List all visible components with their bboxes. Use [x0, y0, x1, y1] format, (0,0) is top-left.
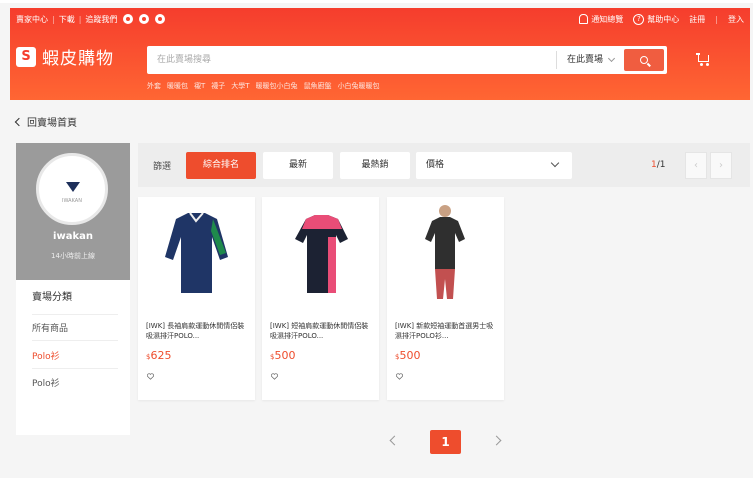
category-panel: 賣場分類 所有商品 Polo衫 Polo衫 [16, 280, 130, 435]
shop-name: iwakan [53, 231, 93, 242]
divider: | [715, 14, 718, 24]
hot-keyword-link[interactable]: 鼠魚廚盤 [304, 81, 332, 91]
hot-keyword-link[interactable]: 外套 [147, 81, 161, 91]
shop-avatar: IWAKAN [36, 153, 108, 225]
category-item-all[interactable]: 所有商品 [32, 321, 118, 334]
divider [32, 368, 118, 369]
sort-latest-button[interactable]: 最新 [263, 152, 333, 179]
search-input[interactable] [147, 46, 556, 74]
instagram-icon[interactable] [139, 14, 150, 24]
divider [32, 314, 118, 315]
divider [32, 340, 118, 341]
back-label: 回賣場首頁 [27, 118, 77, 129]
help-icon: ? [633, 13, 645, 25]
bell-icon [579, 14, 589, 24]
hot-keyword-link[interactable]: 暖暖包小白兔 [256, 81, 298, 91]
brand-logo-icon [66, 182, 80, 192]
like-heart-icon[interactable] [271, 373, 278, 380]
notifications-link[interactable]: 通知總覽 [579, 14, 623, 25]
shop-card[interactable]: IWAKAN iwakan 14小時前上線 [16, 143, 130, 280]
facebook-icon[interactable] [123, 14, 134, 24]
login-link[interactable]: 登入 [728, 14, 744, 25]
like-heart-icon[interactable] [147, 373, 154, 380]
hot-keyword-link[interactable]: 大學T [231, 81, 249, 91]
product-name: [IWK] 短袖肩款運動休閒情侶裝吸濕排汗POLO... [270, 322, 369, 340]
product-image [387, 197, 504, 314]
hot-keyword-link[interactable]: 襪子 [211, 81, 225, 91]
notifications-label: 通知總覽 [591, 14, 624, 24]
seller-centre-link[interactable]: 賣家中心 [16, 14, 48, 25]
search-icon [640, 56, 648, 64]
top-bar: 賣家中心 | 下載 | 追蹤我們 通知總覽 ? 幫助中心 註冊 | 登入 [10, 8, 750, 30]
signup-link[interactable]: 註冊 [689, 14, 705, 25]
product-name: [IWK] 新款短袖運動首選男士吸濕排汗POLO衫... [395, 322, 494, 340]
back-to-shop-link[interactable]: 回賣場首頁 [14, 114, 77, 129]
category-item-polo-active[interactable]: Polo衫 [32, 349, 118, 362]
help-centre-label: 幫助中心 [647, 14, 680, 24]
hot-keyword-link[interactable]: 暖暖包 [167, 81, 188, 91]
logo-text: 蝦皮購物 [42, 49, 114, 69]
product-price: $500 [395, 349, 421, 362]
product-image [262, 197, 379, 314]
product-image [138, 197, 255, 314]
search-scope-select[interactable]: 在此賣場 [555, 51, 624, 69]
divider: | [52, 14, 55, 24]
price-label: 價格 [426, 160, 445, 170]
help-centre-link[interactable]: ? 幫助中心 [633, 13, 680, 25]
product-card[interactable]: [IWK] 新款短袖運動首選男士吸濕排汗POLO衫... $500 [387, 197, 504, 400]
chevron-left-icon [14, 117, 24, 126]
hot-keyword-link[interactable]: 小白兔暖暖包 [338, 81, 380, 91]
product-price: $500 [270, 349, 296, 362]
chevron-down-icon [550, 158, 560, 168]
sort-bar: 篩選 綜合排名 最新 最熱銷 價格 1/1 ‹ › [138, 143, 750, 187]
page-indicator: 1/1 [651, 160, 666, 170]
hot-keywords: 外套 暖暖包 襯T 襪子 大學T 暖暖包小白兔 鼠魚廚盤 小白兔暖暖包 [147, 81, 380, 91]
next-page-button[interactable]: › [710, 152, 732, 179]
header: 賣家中心 | 下載 | 追蹤我們 通知總覽 ? 幫助中心 註冊 | 登入 S 蝦… [10, 8, 750, 100]
page: 賣家中心 | 下載 | 追蹤我們 通知總覽 ? 幫助中心 註冊 | 登入 S 蝦… [0, 0, 753, 478]
sort-top-sales-button[interactable]: 最熱銷 [340, 152, 410, 179]
chevron-down-icon [607, 54, 616, 63]
search-bar: 在此賣場 [147, 46, 667, 74]
shop-online-status: 14小時前上線 [51, 252, 95, 260]
sort-relevance-button[interactable]: 綜合排名 [186, 152, 256, 179]
pagination-next-icon[interactable] [493, 434, 503, 448]
sort-price-select[interactable]: 價格 [416, 152, 572, 179]
category-title: 賣場分類 [32, 292, 72, 303]
like-heart-icon[interactable] [396, 373, 403, 380]
document-caption-fragment [0, 0, 753, 3]
line-icon[interactable] [155, 14, 166, 24]
download-link[interactable]: 下載 [59, 14, 75, 25]
shopping-bag-icon: S [16, 46, 36, 67]
search-button[interactable] [624, 49, 664, 71]
prev-page-button[interactable]: ‹ [685, 152, 707, 179]
cart-icon[interactable] [696, 53, 710, 66]
category-item-polo[interactable]: Polo衫 [32, 376, 118, 389]
product-card[interactable]: [IWK] 長袖肩款運動休閒情侶裝吸濕排汗POLO... $625 [138, 197, 255, 400]
avatar-brand-mark: IWAKAN [62, 198, 82, 204]
product-price: $625 [146, 349, 172, 362]
product-card[interactable]: [IWK] 短袖肩款運動休閒情侶裝吸濕排汗POLO... $500 [262, 197, 379, 400]
search-scope-label: 在此賣場 [566, 55, 603, 65]
follow-us-label: 追蹤我們 [85, 14, 118, 24]
pagination-current-page[interactable]: 1 [430, 430, 461, 454]
hot-keyword-link[interactable]: 襯T [194, 81, 205, 91]
shopee-logo[interactable]: S 蝦皮購物 [16, 44, 114, 69]
product-name: [IWK] 長袖肩款運動休閒情侶裝吸濕排汗POLO... [146, 322, 245, 340]
divider: | [78, 14, 82, 24]
sort-label: 篩選 [153, 162, 172, 172]
pagination-prev-icon[interactable] [388, 434, 398, 448]
